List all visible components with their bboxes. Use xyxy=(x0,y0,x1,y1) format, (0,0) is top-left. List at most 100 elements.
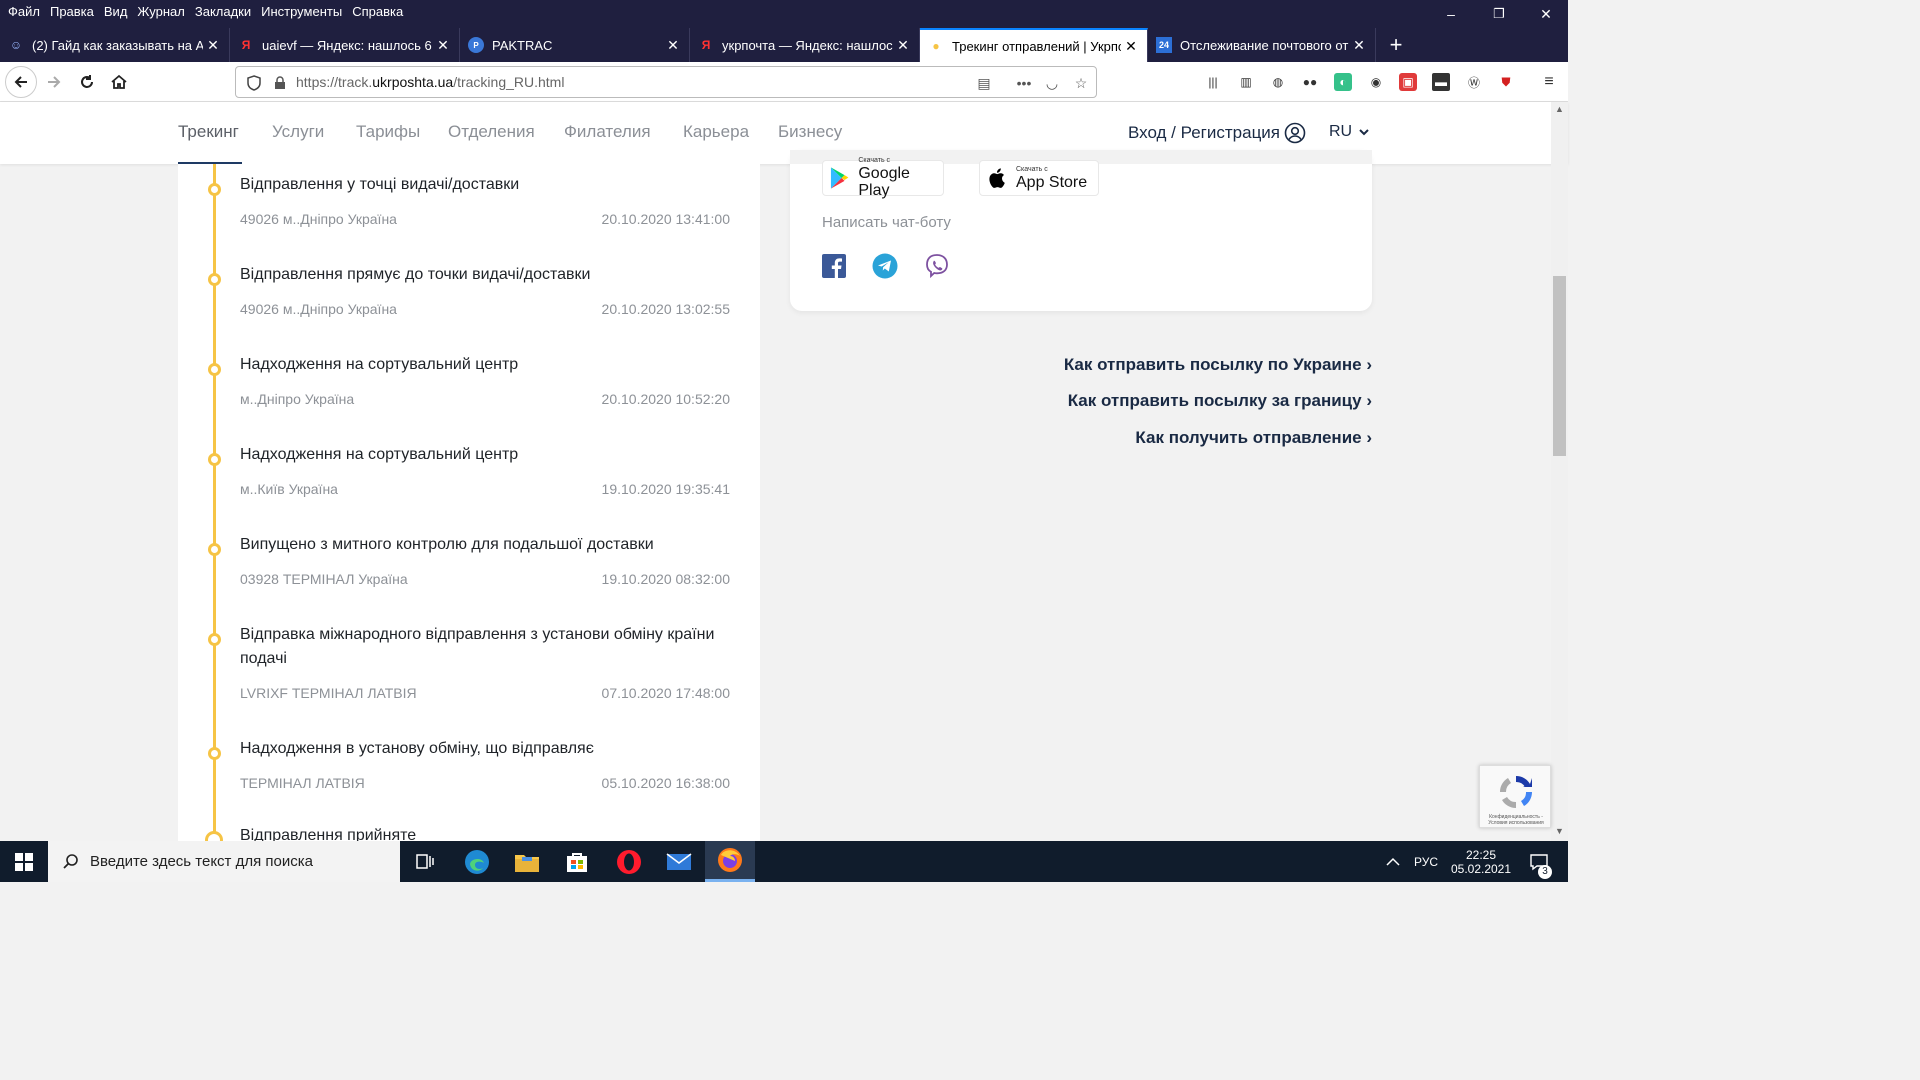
close-tab-icon[interactable]: ✕ xyxy=(203,37,223,54)
event-title: Відправлення прямує до точки видачі/дост… xyxy=(240,266,591,283)
howto-link-ukraine[interactable]: Как отправить посылку по Украине › xyxy=(1064,355,1372,375)
start-button[interactable] xyxy=(0,841,48,882)
star-icon[interactable]: ☆ xyxy=(1071,73,1091,93)
mail-app[interactable] xyxy=(654,841,704,882)
close-tab-icon[interactable]: ✕ xyxy=(1349,37,1369,54)
login-link[interactable]: Вход / Регистрация xyxy=(1128,122,1306,144)
home-button[interactable] xyxy=(103,66,135,98)
event-title: Відправлення прийняте xyxy=(240,827,417,841)
menu-tools[interactable]: Инструменты xyxy=(261,4,342,19)
close-tab-icon[interactable]: ✕ xyxy=(893,37,913,54)
nav-toolbar: https://track.ukrposhta.ua/tracking_RU.h… xyxy=(0,62,1568,102)
scroll-down-icon[interactable]: ▼ xyxy=(1551,826,1568,840)
timeline-dot xyxy=(208,363,221,376)
taskbar-search[interactable]: Введите здесь текст для поиска xyxy=(48,841,400,882)
viber-icon[interactable] xyxy=(924,253,950,279)
nav-tariffs[interactable]: Тарифы xyxy=(356,122,420,142)
close-tab-icon[interactable]: ✕ xyxy=(1121,38,1141,55)
edge-app[interactable] xyxy=(452,841,502,882)
new-tab-button[interactable]: + xyxy=(1384,28,1408,62)
minimize-window-button-2[interactable]: – xyxy=(1428,0,1474,28)
hamburger-menu-icon[interactable]: ≡ xyxy=(1540,73,1558,91)
lock-icon[interactable] xyxy=(270,73,290,93)
telegram-icon[interactable] xyxy=(872,253,898,279)
menu-view[interactable]: Вид xyxy=(104,4,128,19)
tab-4[interactable]: Я укрпочта — Яндекс: нашлось ✕ xyxy=(690,28,920,62)
tab-6[interactable]: 24 Отслеживание почтового отп ✕ xyxy=(1148,28,1376,62)
facebook-icon[interactable] xyxy=(821,253,847,279)
menu-bookmarks[interactable]: Закладки xyxy=(195,4,251,19)
recaptcha-terms[interactable]: Конфиденциальность - Условия использован… xyxy=(1482,814,1550,826)
reload-button[interactable] xyxy=(71,66,103,98)
extension-red-icon[interactable]: ▣ xyxy=(1399,73,1417,91)
firefox-app[interactable] xyxy=(705,841,755,882)
tab-title: Трекинг отправлений | Укрпо xyxy=(952,38,1121,54)
menu-edit[interactable]: Правка xyxy=(50,4,94,19)
store-app[interactable] xyxy=(552,841,602,882)
action-center-button[interactable]: 3 xyxy=(1524,841,1554,882)
globe-icon[interactable]: ◍ xyxy=(1269,73,1287,91)
nav-career[interactable]: Карьера xyxy=(683,122,749,142)
google-play-small: Скачать с xyxy=(858,157,891,164)
ublock-shield-icon[interactable]: ⛊ xyxy=(1497,73,1515,91)
howto-link-receive[interactable]: Как получить отправление › xyxy=(1135,428,1372,448)
opera-app[interactable] xyxy=(604,841,654,882)
close-tab-icon[interactable]: ✕ xyxy=(433,37,453,54)
reader-view-icon[interactable]: ▤ xyxy=(974,73,994,93)
url-bar[interactable]: https://track.ukrposhta.ua/tracking_RU.h… xyxy=(235,66,1097,98)
reload-icon xyxy=(81,75,93,88)
clock[interactable]: 22:25 05.02.2021 xyxy=(1450,841,1512,882)
page-scrollbar[interactable] xyxy=(1551,102,1568,841)
extension-w-icon[interactable]: Ⓦ xyxy=(1465,73,1483,91)
event-datetime: 19.10.2020 19:35:41 xyxy=(601,481,730,497)
folder-icon xyxy=(515,854,539,872)
account-icon[interactable]: ◉ xyxy=(1367,73,1385,91)
extension-dots-icon[interactable]: ●● xyxy=(1301,73,1319,91)
extension-green-icon[interactable]: ◐ xyxy=(1334,73,1352,91)
task-view-button[interactable] xyxy=(400,841,450,882)
tray-overflow-icon[interactable] xyxy=(1386,841,1400,882)
tab-5-active[interactable]: ● Трекинг отправлений | Укрпо ✕ xyxy=(920,28,1148,62)
chevron-down-icon xyxy=(1358,129,1369,136)
shield-icon[interactable] xyxy=(244,73,264,93)
menu-bar: Файл Правка Вид Журнал Закладки Инструме… xyxy=(0,0,1568,22)
input-language[interactable]: РУС xyxy=(1414,841,1438,882)
menu-history[interactable]: Журнал xyxy=(137,4,184,19)
menu-file[interactable]: Файл xyxy=(8,4,40,19)
tab-2[interactable]: Я uaievf — Яндекс: нашлось 6 т ✕ xyxy=(230,28,460,62)
recaptcha-badge[interactable]: Конфиденциальность - Условия использован… xyxy=(1479,765,1551,828)
restore-window-button[interactable]: ❐ xyxy=(1476,0,1522,28)
close-window-button[interactable]: ✕ xyxy=(1524,0,1568,28)
nav-branches[interactable]: Отделения xyxy=(448,122,535,142)
nav-business[interactable]: Бизнесу xyxy=(778,122,842,142)
pocket-icon[interactable]: ◡ xyxy=(1042,73,1062,93)
scrollbar-thumb[interactable] xyxy=(1553,276,1566,456)
app-store-button[interactable]: Скачать с App Store xyxy=(979,160,1099,196)
tab-1[interactable]: ☺ (2) Гайд как заказывать на Ал ✕ xyxy=(0,28,230,62)
clock-date: 05.02.2021 xyxy=(1450,861,1512,876)
more-icon[interactable]: ••• xyxy=(1014,73,1034,93)
tab-3[interactable]: P PAKTRAC ✕ xyxy=(460,28,690,62)
nav-tracking[interactable]: Трекинг xyxy=(178,122,239,142)
event-datetime: 05.10.2020 16:38:00 xyxy=(601,775,730,791)
language-selector[interactable]: RU xyxy=(1329,123,1369,141)
sidebar-icon[interactable]: ▥ xyxy=(1237,73,1255,91)
howto-link-abroad[interactable]: Как отправить посылку за границу › xyxy=(1068,391,1372,411)
event-title: Надходження на сортувальний центр xyxy=(240,446,519,463)
home-icon xyxy=(111,74,127,89)
back-button[interactable] xyxy=(5,66,37,98)
library-icon[interactable]: ||| xyxy=(1204,73,1222,91)
forward-button[interactable] xyxy=(38,66,70,98)
recaptcha-icon xyxy=(1499,775,1533,809)
user-icon xyxy=(1284,122,1306,144)
extension-dark-icon[interactable]: ▬ xyxy=(1432,73,1450,91)
close-tab-icon[interactable]: ✕ xyxy=(663,37,683,54)
menu-help[interactable]: Справка xyxy=(352,4,403,19)
nav-services[interactable]: Услуги xyxy=(272,122,324,142)
nav-philately[interactable]: Филателия xyxy=(564,122,651,142)
clock-time: 22:25 xyxy=(1465,847,1497,862)
file-explorer-app[interactable] xyxy=(502,841,552,882)
google-play-button[interactable]: Скачать с Google Play xyxy=(822,157,944,199)
scroll-up-icon[interactable]: ▲ xyxy=(1551,104,1568,118)
tab-title: Отслеживание почтового отп xyxy=(1180,37,1349,53)
